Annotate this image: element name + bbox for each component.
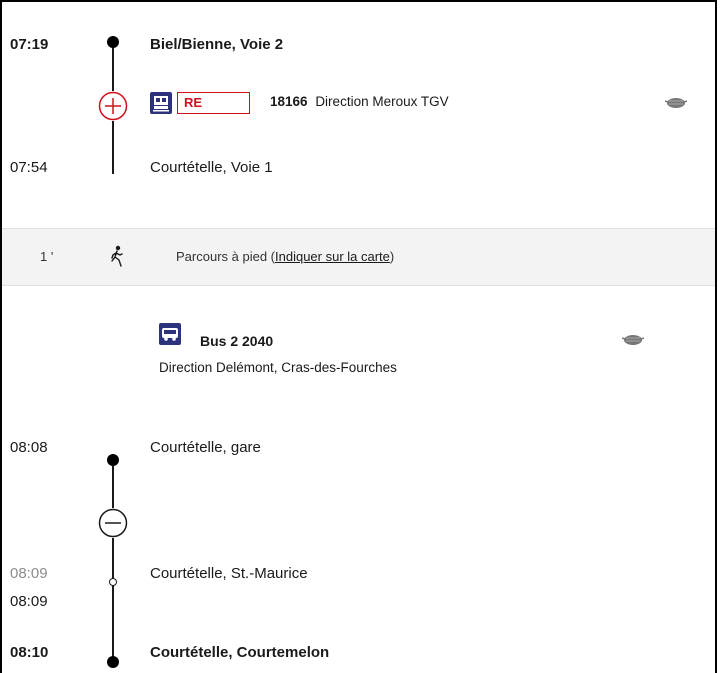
walk-duration: 1 ' [40, 249, 54, 264]
product-label: RE [184, 95, 203, 110]
stop-name[interactable]: Courtételle, Courtemelon [150, 644, 329, 661]
plus-circle-icon [98, 91, 128, 121]
train-info: 18166 Direction Meroux TGV [270, 94, 449, 109]
train-number: 18166 [270, 94, 308, 109]
mask-icon [664, 96, 688, 108]
bus-line: Bus 2 2040 [200, 333, 274, 349]
stop-name[interactable]: Courtételle, gare [150, 439, 261, 456]
timeline-stop-dot [107, 36, 119, 48]
departure-stop[interactable]: Biel/Bienne, Voie 2 [150, 36, 283, 53]
timeline-line [112, 460, 114, 660]
stop-name[interactable]: Courtételle, St.-Maurice [150, 565, 308, 582]
stop-planned-time: 08:09 [10, 565, 48, 582]
stop-time: 08:10 [10, 644, 49, 661]
collapse-stops-button[interactable] [98, 508, 128, 538]
bus-icon [159, 323, 181, 345]
timeline-stop-dot [107, 656, 119, 668]
stop-time: 08:09 [10, 593, 48, 610]
arrival-stop[interactable]: Courtételle, Voie 1 [150, 159, 273, 176]
timeline-intermediate-dot [109, 578, 117, 586]
mask-icon [621, 333, 645, 345]
show-on-map-link[interactable]: Indiquer sur la carte [275, 249, 390, 264]
timeline-stop-dot [107, 454, 119, 466]
stop-time: 08:08 [10, 439, 48, 456]
walk-text: Parcours à pied ( [176, 249, 275, 264]
departure-time: 07:19 [10, 36, 49, 53]
product-badge: RE [177, 92, 250, 114]
train-icon [150, 92, 172, 114]
minus-circle-icon [98, 508, 128, 538]
expand-stops-button[interactable] [98, 91, 128, 121]
bus-direction: Direction Delémont, Cras-des-Fourches [159, 360, 397, 375]
walk-icon [108, 245, 126, 267]
walk-text-end: ) [389, 249, 395, 264]
walk-description: Parcours à pied (Indiquer sur la carte) [176, 249, 394, 264]
train-direction: Direction Meroux TGV [315, 94, 449, 109]
arrival-time: 07:54 [10, 159, 48, 176]
walk-segment: 1 ' Parcours à pied (Indiquer sur la car… [2, 228, 715, 286]
